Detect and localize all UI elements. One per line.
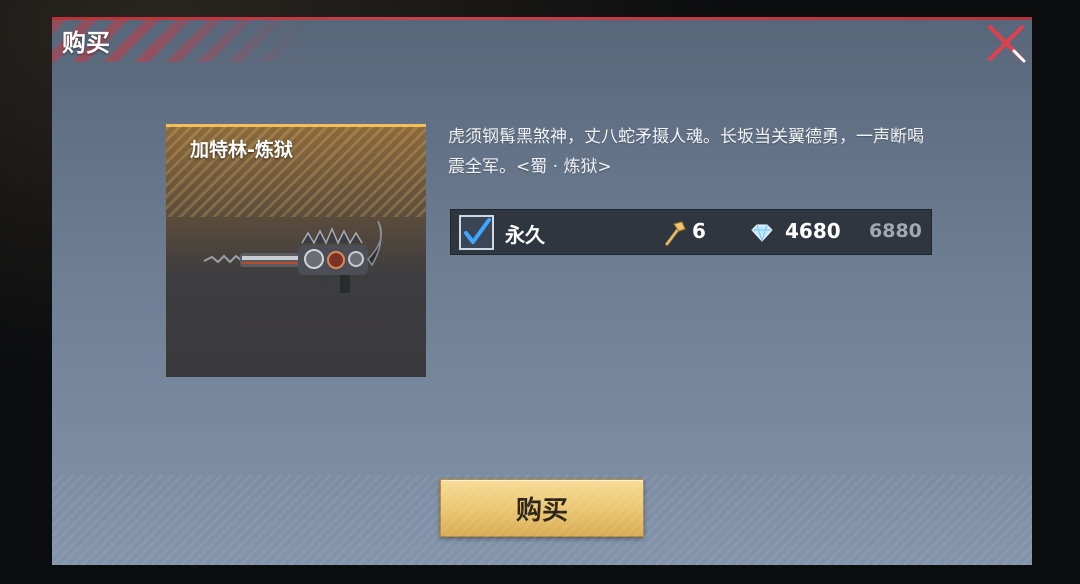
close-x-icon bbox=[988, 25, 1026, 63]
item-description: 虎须钢髯黑煞神，丈八蛇矛摄人魂。长坂当关翼德勇，一声断喝震全军。<蜀 · 炼狱> bbox=[448, 127, 924, 177]
diamond-icon bbox=[751, 224, 773, 242]
purchase-option-row[interactable]: 永久 6 4680 6880 bbox=[450, 209, 932, 255]
purchase-dialog: 购买 加特林-炼狱 虎须钢髯黑煞神，丈八蛇矛摄人魂。长坂当关翼德勇，一声断喝震全… bbox=[52, 17, 1032, 565]
option-checkbox[interactable] bbox=[459, 215, 494, 250]
item-preview-card: 加特林-炼狱 bbox=[166, 124, 426, 377]
hammer-key-icon bbox=[665, 221, 686, 246]
close-button[interactable] bbox=[984, 21, 1028, 65]
gatling-weapon-icon bbox=[203, 220, 383, 293]
checkmark-icon bbox=[464, 218, 491, 244]
original-price: 6880 bbox=[869, 220, 922, 242]
buy-button[interactable]: 购买 bbox=[440, 479, 644, 537]
price-value: 4680 bbox=[785, 219, 841, 243]
dialog-title: 购买 bbox=[62, 29, 110, 57]
key-count: 6 bbox=[692, 219, 706, 243]
buy-button-label: 购买 bbox=[515, 495, 568, 526]
duration-label: 永久 bbox=[505, 223, 545, 247]
item-name: 加特林-炼狱 bbox=[190, 139, 293, 161]
